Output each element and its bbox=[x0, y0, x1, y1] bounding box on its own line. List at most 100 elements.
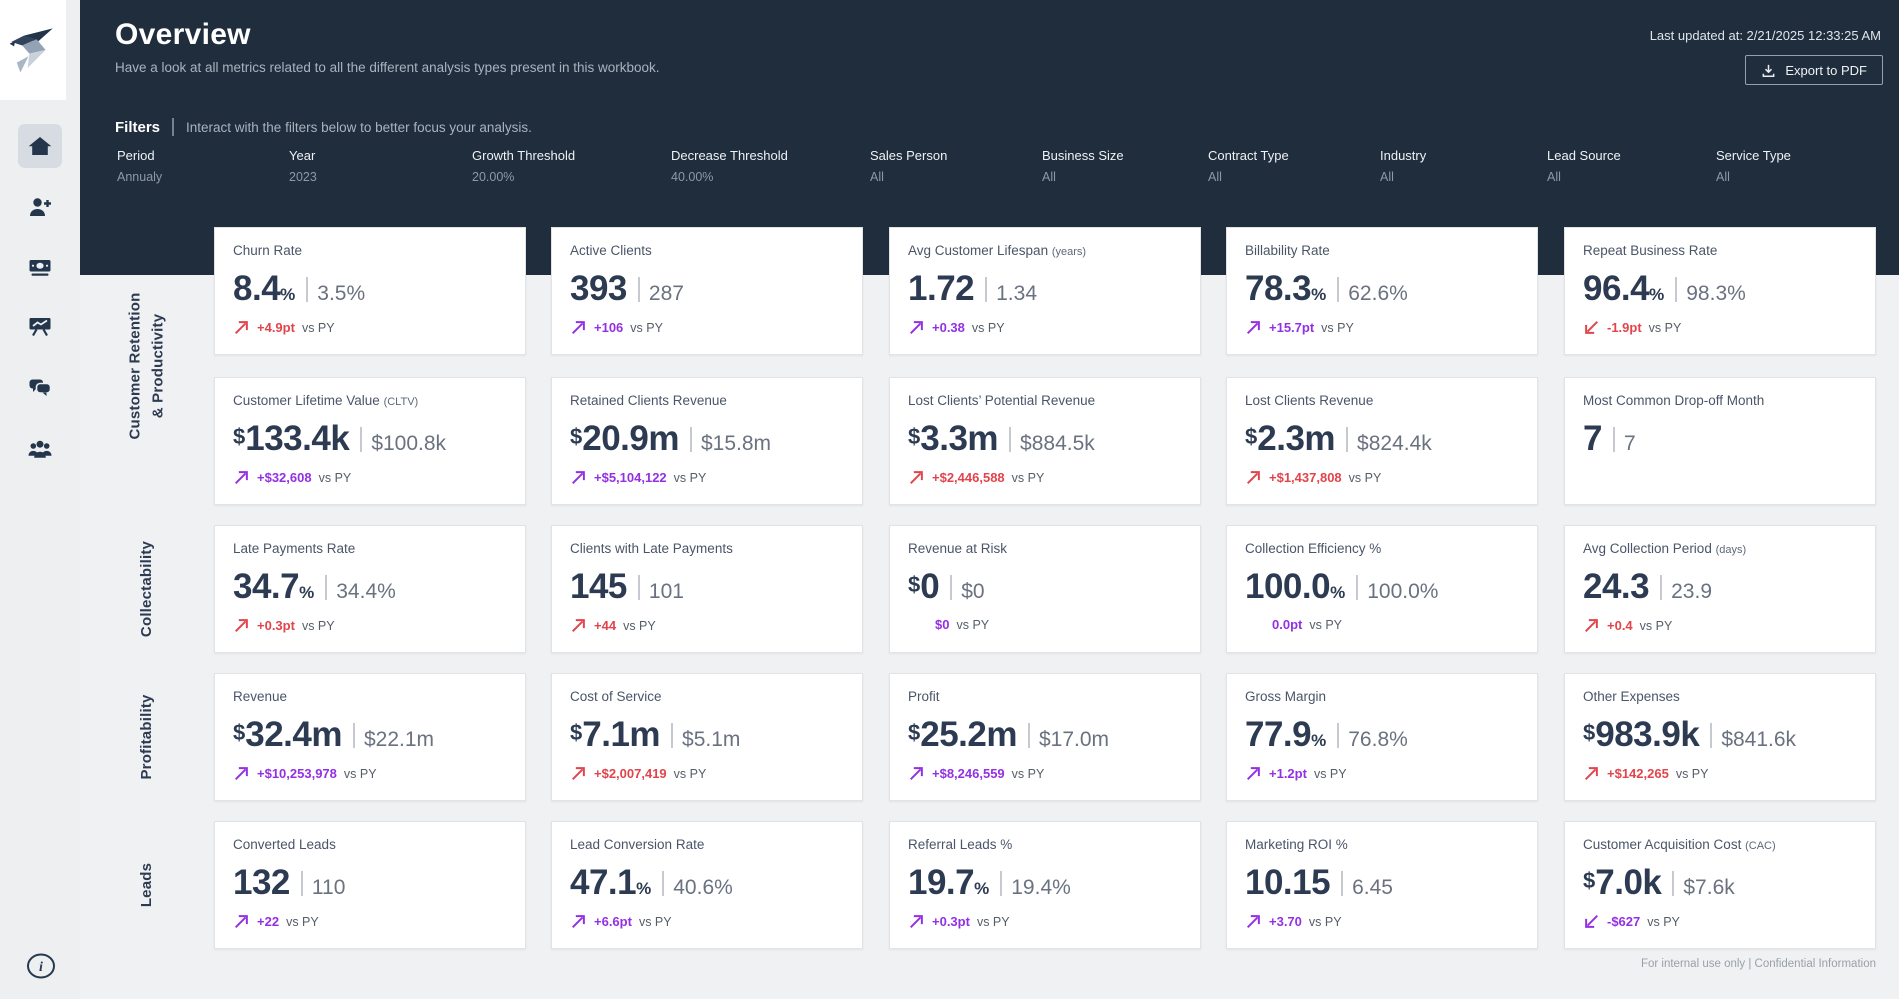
kpi-card-churn-rate[interactable]: Churn Rate 8.4% 3.5% +4.9pt vs PY bbox=[214, 227, 526, 355]
filter-contract-type[interactable]: Contract Type All bbox=[1208, 148, 1289, 184]
filter-label: Service Type bbox=[1716, 148, 1791, 163]
kpi-change: +15.7pt vs PY bbox=[1245, 319, 1519, 336]
filter-lead-source[interactable]: Lead Source All bbox=[1547, 148, 1621, 184]
filter-label: Sales Person bbox=[870, 148, 948, 163]
kpi-card-referral-leads[interactable]: Referral Leads % 19.7% 19.4% +0.3pt vs PY bbox=[889, 821, 1201, 949]
kpi-card-lead-conversion-rate[interactable]: Lead Conversion Rate 47.1% 40.6% +6.6pt v… bbox=[551, 821, 863, 949]
kpi-card-other-expenses[interactable]: Other Expenses $983.9k $841.6k +$142,265 … bbox=[1564, 673, 1876, 801]
filter-growth-threshold[interactable]: Growth Threshold 20.00% bbox=[472, 148, 575, 184]
sidebar-item-home[interactable] bbox=[18, 124, 62, 168]
kpi-card-collection-efficiency[interactable]: Collection Efficiency % 100.0% 100.0% 0.0… bbox=[1226, 525, 1538, 653]
kpi-value: 96.4% 98.3% bbox=[1583, 269, 1746, 308]
kpi-value: $20.9m $15.8m bbox=[570, 419, 772, 458]
filter-label: Period bbox=[117, 148, 155, 163]
kpi-card-title: Other Expenses bbox=[1583, 689, 1680, 704]
kpi-value: 1.72 1.34 bbox=[908, 269, 1037, 308]
kpi-card-lost-clients-potential-revenue[interactable]: Lost Clients’ Potential Revenue $3.3m $88… bbox=[889, 377, 1201, 505]
kpi-card-avg-collection-period[interactable]: Avg Collection Period (days) 24.3 23.9 +0… bbox=[1564, 525, 1876, 653]
kpi-card-title: Cost of Service bbox=[570, 689, 662, 704]
kpi-card-revenue[interactable]: Revenue $32.4m $22.1m +$10,253,978 vs PY bbox=[214, 673, 526, 801]
filter-value[interactable]: All bbox=[1716, 170, 1791, 184]
filter-value[interactable]: All bbox=[1042, 170, 1124, 184]
kpi-change: +4.9pt vs PY bbox=[233, 319, 507, 336]
kpi-card-cost-of-service[interactable]: Cost of Service $7.1m $5.1m +$2,007,419 v… bbox=[551, 673, 863, 801]
kpi-card-title: Converted Leads bbox=[233, 837, 336, 852]
kpi-card-profit[interactable]: Profit $25.2m $17.0m +$8,246,559 vs PY bbox=[889, 673, 1201, 801]
trend-arrow-icon bbox=[908, 765, 925, 782]
info-button[interactable]: i bbox=[25, 950, 57, 982]
kpi-value: 47.1% 40.6% bbox=[570, 863, 733, 902]
filter-value[interactable]: Annualy bbox=[117, 170, 162, 184]
trend-arrow-icon bbox=[570, 319, 587, 336]
filter-industry[interactable]: Industry All bbox=[1380, 148, 1426, 184]
filter-value[interactable]: All bbox=[1208, 170, 1289, 184]
export-to-pdf-label: Export to PDF bbox=[1785, 62, 1867, 78]
kpi-value: 10.15 6.45 bbox=[1245, 863, 1393, 902]
kpi-card-late-payments-rate[interactable]: Late Payments Rate 34.7% 34.4% +0.3pt vs … bbox=[214, 525, 526, 653]
kpi-card-marketing-roi[interactable]: Marketing ROI % 10.15 6.45 +3.70 vs PY bbox=[1226, 821, 1538, 949]
kpi-card-lost-clients-revenue[interactable]: Lost Clients Revenue $2.3m $824.4k +$1,43… bbox=[1226, 377, 1538, 505]
kpi-card-title: Clients with Late Payments bbox=[570, 541, 733, 556]
filter-value[interactable]: All bbox=[1380, 170, 1426, 184]
sidebar-item-add-client[interactable] bbox=[18, 185, 62, 229]
filter-value[interactable]: All bbox=[1547, 170, 1621, 184]
kpi-card-clients-with-late-payments[interactable]: Clients with Late Payments 145 101 +44 vs… bbox=[551, 525, 863, 653]
page-subtitle: Have a look at all metrics related to al… bbox=[115, 60, 660, 75]
kpi-card-title: Gross Margin bbox=[1245, 689, 1327, 704]
kpi-card-title: Active Clients bbox=[570, 243, 652, 258]
kpi-card-repeat-business-rate[interactable]: Repeat Business Rate 96.4% 98.3% -1.9pt v… bbox=[1564, 227, 1876, 355]
filter-business-size[interactable]: Business Size All bbox=[1042, 148, 1124, 184]
app-logo[interactable] bbox=[0, 0, 66, 100]
kpi-card-billability-rate[interactable]: Billability Rate 78.3% 62.6% +15.7pt vs P… bbox=[1226, 227, 1538, 355]
filter-value[interactable]: 20.00% bbox=[472, 170, 575, 184]
filter-year[interactable]: Year 2023 bbox=[289, 148, 317, 184]
trend-arrow-icon bbox=[233, 913, 250, 930]
kpi-card-customer-lifetime-value[interactable]: Customer Lifetime Value (CLTV) $133.4k $1… bbox=[214, 377, 526, 505]
kpi-change: +$32,608 vs PY bbox=[233, 469, 507, 486]
kpi-card-title: Revenue at Risk bbox=[908, 541, 1008, 556]
kpi-change: +44 vs PY bbox=[570, 617, 844, 634]
sidebar-item-payments[interactable] bbox=[18, 244, 62, 288]
filter-value[interactable]: 2023 bbox=[289, 170, 317, 184]
filter-sales-person[interactable]: Sales Person All bbox=[870, 148, 947, 184]
kpi-card-title: Avg Customer Lifespan (years) bbox=[908, 243, 1087, 258]
sidebar-item-conversations[interactable] bbox=[18, 365, 62, 409]
filter-decrease-threshold[interactable]: Decrease Threshold 40.00% bbox=[671, 148, 788, 184]
kpi-card-title: Customer Lifetime Value (CLTV) bbox=[233, 393, 419, 408]
trend-arrow-icon bbox=[908, 469, 925, 486]
kpi-card-title: Repeat Business Rate bbox=[1583, 243, 1718, 258]
person-add-icon bbox=[30, 198, 51, 216]
filter-period[interactable]: Period Annualy bbox=[117, 148, 162, 184]
kpi-change: +6.6pt vs PY bbox=[570, 913, 844, 930]
sidebar-item-clients[interactable] bbox=[18, 427, 62, 471]
filter-label: Business Size bbox=[1042, 148, 1124, 163]
people-group-icon bbox=[28, 440, 52, 458]
kpi-card-title: Lost Clients Revenue bbox=[1245, 393, 1374, 408]
kpi-card-gross-margin[interactable]: Gross Margin 77.9% 76.8% +1.2pt vs PY bbox=[1226, 673, 1538, 801]
trend-arrow-icon bbox=[1245, 913, 1262, 930]
kpi-card-converted-leads[interactable]: Converted Leads 132 110 +22 vs PY bbox=[214, 821, 526, 949]
filter-service-type[interactable]: Service Type All bbox=[1716, 148, 1791, 184]
kpi-card-customer-acquisition-cost[interactable]: Customer Acquisition Cost (CAC) $7.0k $7.… bbox=[1564, 821, 1876, 949]
svg-text:i: i bbox=[39, 960, 43, 975]
sidebar-item-performance[interactable] bbox=[18, 304, 62, 348]
kpi-card-active-clients[interactable]: Active Clients 393 287 +106 vs PY bbox=[551, 227, 863, 355]
kpi-card-avg-customer-lifespan[interactable]: Avg Customer Lifespan (years) 1.72 1.34 +… bbox=[889, 227, 1201, 355]
download-icon bbox=[1761, 63, 1776, 78]
kpi-card-retained-clients-revenue[interactable]: Retained Clients Revenue $20.9m $15.8m +$… bbox=[551, 377, 863, 505]
filter-value[interactable]: 40.00% bbox=[671, 170, 788, 184]
kpi-change: +0.3pt vs PY bbox=[233, 617, 507, 634]
kpi-value: 24.3 23.9 bbox=[1583, 567, 1712, 606]
trend-arrow-icon bbox=[570, 913, 587, 930]
filter-value[interactable]: All bbox=[870, 170, 947, 184]
kpi-card-revenue-at-risk[interactable]: Revenue at Risk $0 $0 $0 vs PY bbox=[889, 525, 1201, 653]
info-icon: i bbox=[27, 953, 55, 979]
kpi-card-most-common-drop-off-month[interactable]: Most Common Drop-off Month 77 bbox=[1564, 377, 1876, 505]
kpi-card-title: Lost Clients’ Potential Revenue bbox=[908, 393, 1096, 408]
kpi-card-title: Referral Leads % bbox=[908, 837, 1013, 852]
trend-arrow-icon bbox=[1583, 617, 1600, 634]
kpi-card-title: Late Payments Rate bbox=[233, 541, 356, 556]
export-to-pdf-button[interactable]: Export to PDF bbox=[1745, 55, 1883, 85]
kpi-card-title: Most Common Drop-off Month bbox=[1583, 393, 1765, 408]
kpi-value: 100.0% 100.0% bbox=[1245, 567, 1439, 606]
